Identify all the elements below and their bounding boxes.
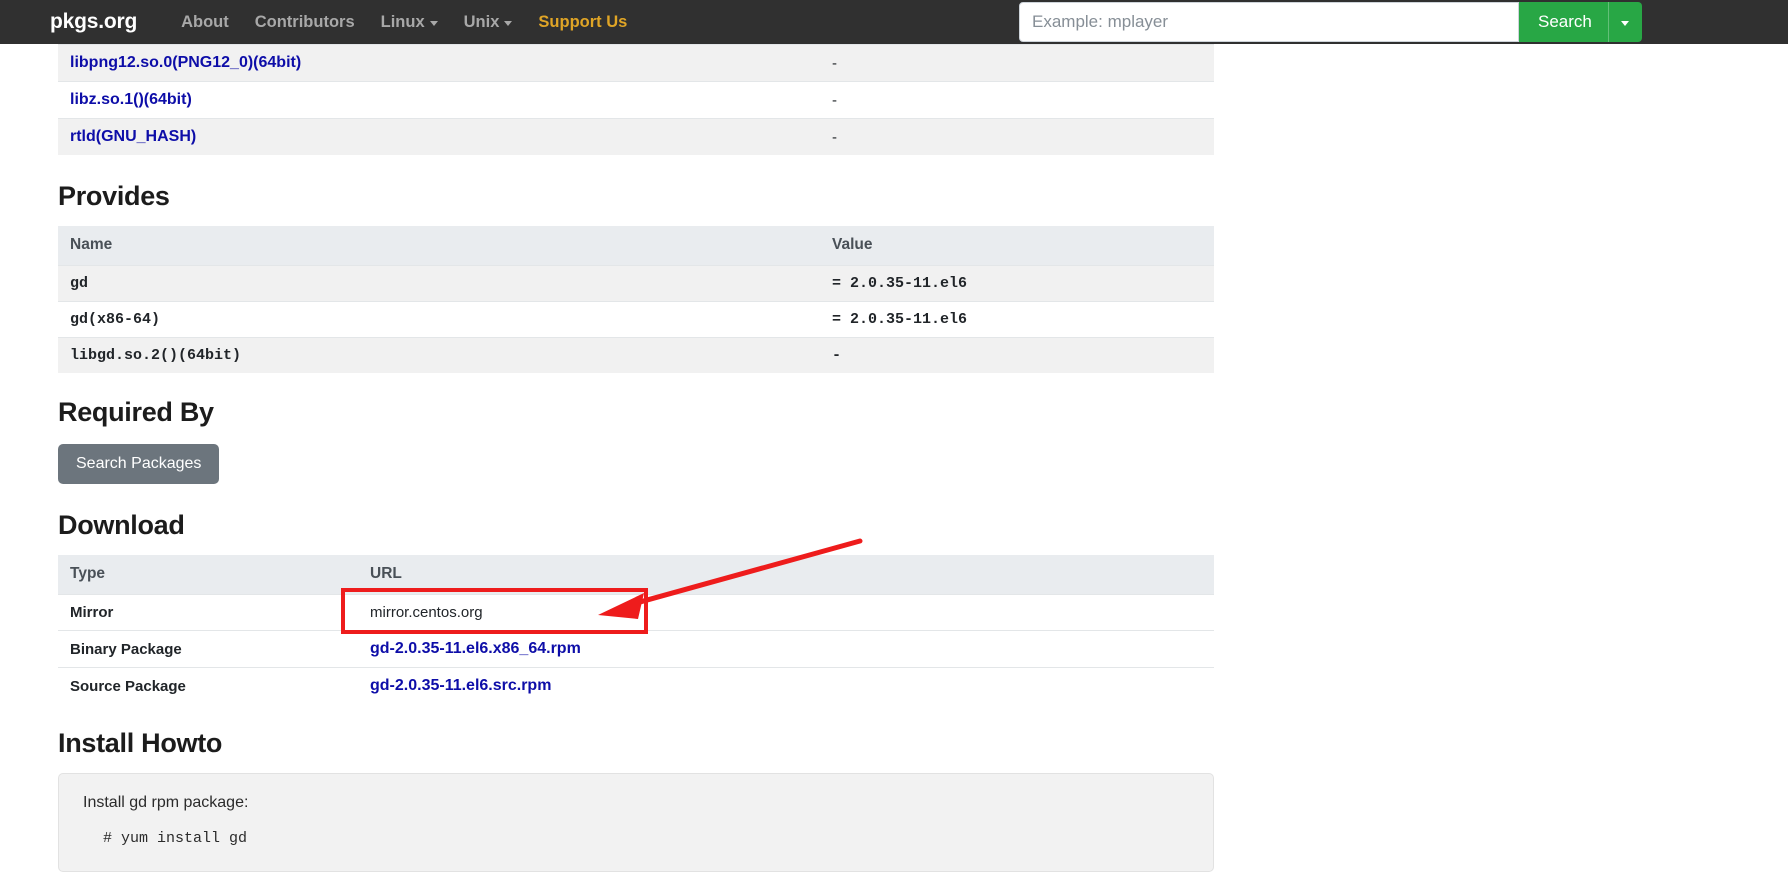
install-howto-command: # yum install gd <box>103 830 248 847</box>
requires-value: - <box>820 118 1214 155</box>
search-dropdown-toggle[interactable] <box>1607 2 1642 42</box>
download-url-mirror: mirror.centos.org <box>358 594 1214 631</box>
nav-link-contributors[interactable]: Contributors <box>255 13 355 32</box>
provides-col-value: Value <box>820 226 1214 266</box>
chevron-down-icon <box>1621 20 1630 26</box>
nav-link-support-us[interactable]: Support Us <box>538 13 627 32</box>
download-col-type: Type <box>58 555 358 595</box>
install-howto-description: Install gd rpm package: <box>83 794 249 811</box>
table-row: libgd.so.2()(64bit) - <box>58 337 1214 373</box>
table-row: gd(x86-64) = 2.0.35-11.el6 <box>58 301 1214 338</box>
primary-nav: About Contributors Linux Unix Support Us <box>181 13 627 32</box>
provides-col-name: Name <box>58 226 820 266</box>
table-row: libpng12.so.0(PNG12_0)(64bit) - <box>58 44 1214 82</box>
download-heading: Download <box>58 510 185 540</box>
table-row: Mirror mirror.centos.org <box>58 594 1214 631</box>
nav-link-contributors-label: Contributors <box>254 12 355 31</box>
table-header-row: Name Value <box>58 226 1214 266</box>
download-col-url: URL <box>358 555 1214 595</box>
required-by-heading: Required By <box>58 397 214 427</box>
provides-value: - <box>820 337 1214 373</box>
nav-link-unix[interactable]: Unix <box>464 13 513 32</box>
nav-link-unix-label: Unix <box>463 12 500 31</box>
provides-name: libgd.so.2()(64bit) <box>58 337 820 373</box>
download-type-binary: Binary Package <box>58 630 358 668</box>
download-link-binary-package[interactable]: gd-2.0.35-11.el6.x86_64.rpm <box>370 640 581 657</box>
table-header-row: Type URL <box>58 555 1214 595</box>
table-row: rtld(GNU_HASH) - <box>58 118 1214 155</box>
table-row: libz.so.1()(64bit) - <box>58 81 1214 119</box>
download-link-source-package[interactable]: gd-2.0.35-11.el6.src.rpm <box>370 677 551 694</box>
search-packages-button[interactable]: Search Packages <box>58 444 220 484</box>
chevron-down-icon <box>429 20 438 26</box>
table-row: Source Package gd-2.0.35-11.el6.src.rpm <box>58 667 1214 704</box>
requires-table: libpng12.so.0(PNG12_0)(64bit) - libz.so.… <box>58 44 1214 155</box>
provides-value: = 2.0.35-11.el6 <box>820 301 1214 338</box>
page-content: libpng12.so.0(PNG12_0)(64bit) - libz.so.… <box>0 44 1788 872</box>
download-type-source: Source Package <box>58 667 358 704</box>
requires-value: - <box>820 44 1214 82</box>
navbar-search-form: Search <box>1019 2 1642 42</box>
install-howto-heading: Install Howto <box>58 728 223 758</box>
download-table: Type URL Mirror mirror.centos.org Binary… <box>58 555 1214 704</box>
provides-table: Name Value gd = 2.0.35-11.el6 gd(x86-64)… <box>58 226 1214 373</box>
requires-value: - <box>820 81 1214 119</box>
requires-link[interactable]: rtld(GNU_HASH) <box>70 128 196 145</box>
provides-value: = 2.0.35-11.el6 <box>820 265 1214 302</box>
download-type-mirror: Mirror <box>58 594 358 631</box>
search-button[interactable]: Search <box>1519 2 1608 42</box>
provides-heading: Provides <box>58 181 170 211</box>
install-howto-panel: Install gd rpm package: # yum install gd <box>58 773 1214 872</box>
requires-link[interactable]: libpng12.so.0(PNG12_0)(64bit) <box>70 54 301 71</box>
nav-link-support-us-label: Support Us <box>538 12 628 31</box>
provides-name: gd <box>58 265 820 302</box>
requires-link[interactable]: libz.so.1()(64bit) <box>70 91 192 108</box>
top-navbar: pkgs.org About Contributors Linux Unix S… <box>0 0 1788 44</box>
nav-link-about-label: About <box>181 12 229 31</box>
search-input[interactable] <box>1019 2 1519 42</box>
table-row: Binary Package gd-2.0.35-11.el6.x86_64.r… <box>58 630 1214 668</box>
site-brand[interactable]: pkgs.org <box>50 10 137 34</box>
table-row: gd = 2.0.35-11.el6 <box>58 265 1214 302</box>
nav-link-linux-label: Linux <box>380 12 425 31</box>
chevron-down-icon <box>504 20 513 26</box>
provides-name: gd(x86-64) <box>58 301 820 338</box>
nav-link-linux[interactable]: Linux <box>381 13 438 32</box>
nav-link-about[interactable]: About <box>181 13 229 32</box>
